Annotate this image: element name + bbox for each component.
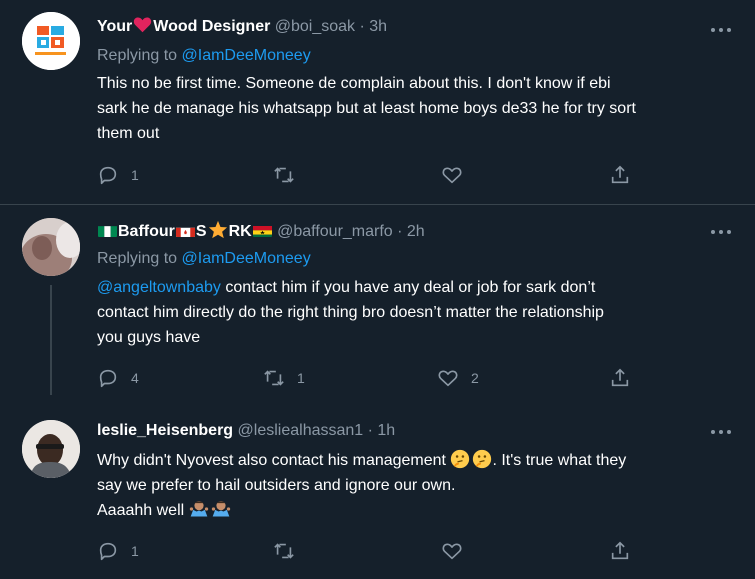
more-icon[interactable] bbox=[711, 27, 731, 33]
share-button[interactable] bbox=[609, 163, 631, 187]
reply-count: 1 bbox=[131, 543, 139, 559]
avatar[interactable] bbox=[22, 420, 80, 478]
share-icon bbox=[611, 368, 629, 387]
reply-count: 4 bbox=[131, 370, 139, 386]
tweet-text: Why didn't Nyovest also contact his mana… bbox=[97, 448, 722, 523]
shrug-emoji bbox=[211, 501, 230, 517]
like-icon bbox=[442, 167, 462, 184]
retweet-button[interactable] bbox=[273, 539, 307, 563]
avatar[interactable] bbox=[22, 12, 80, 70]
avatar[interactable] bbox=[22, 218, 80, 276]
thinking-emoji bbox=[473, 449, 492, 469]
mention-link[interactable]: @angeltownbaby bbox=[97, 279, 221, 296]
share-icon bbox=[611, 165, 629, 184]
replying-to-link[interactable]: @IamDeeMoneey bbox=[182, 250, 311, 267]
author-handle[interactable]: @baffour_marfo · 2h bbox=[277, 223, 425, 240]
ghana-flag bbox=[252, 224, 272, 237]
replying-to: Replying to @IamDeeMoneey bbox=[97, 47, 311, 64]
retweet-icon bbox=[274, 167, 294, 183]
tweet-text: This no be first time. Someone de compla… bbox=[97, 75, 636, 142]
like-button[interactable]: 2 bbox=[437, 366, 479, 390]
retweet-icon bbox=[264, 370, 284, 386]
author-handle[interactable]: @boi_soak · 3h bbox=[275, 18, 387, 35]
thinking-emoji bbox=[451, 449, 470, 469]
star-emoji bbox=[208, 220, 227, 239]
like-count: 2 bbox=[471, 370, 479, 386]
tweet-header: Your Wood Designer @boi_soak · 3h bbox=[97, 16, 387, 38]
tweet-actions: 1 bbox=[97, 163, 657, 187]
retweet-button[interactable]: 1 bbox=[263, 366, 305, 390]
author-handle[interactable]: @lesliealhassan1 · 1h bbox=[238, 422, 396, 439]
more-icon[interactable] bbox=[711, 429, 731, 435]
retweet-icon bbox=[274, 543, 294, 559]
share-button[interactable] bbox=[609, 539, 631, 563]
replying-to: Replying to @IamDeeMoneey bbox=[97, 250, 311, 267]
tweet-header: Baffour S RK @baffour_marfo · 2h bbox=[97, 220, 425, 243]
heart-emoji bbox=[134, 17, 152, 33]
tweet-2[interactable]: Baffour S RK @baffour_marfo · 2h Replying … bbox=[0, 205, 755, 403]
author-name[interactable]: Baffour S RK bbox=[97, 220, 277, 240]
like-button[interactable] bbox=[441, 539, 475, 563]
reply-icon bbox=[99, 369, 117, 388]
thread-line bbox=[50, 285, 52, 395]
like-button[interactable] bbox=[441, 163, 475, 187]
replying-to-link[interactable]: @IamDeeMoneey bbox=[182, 47, 311, 64]
tweet-header: leslie_Heisenberg @lesliealhassan1 · 1h bbox=[97, 420, 395, 442]
like-icon bbox=[438, 370, 458, 387]
reply-icon bbox=[99, 542, 117, 561]
tweet-actions: 1 bbox=[97, 539, 657, 563]
canada-flag bbox=[175, 224, 195, 237]
nigeria-flag bbox=[98, 224, 117, 237]
reply-count: 1 bbox=[131, 167, 139, 183]
retweet-count: 1 bbox=[297, 370, 305, 386]
tweet-1[interactable]: Your Wood Designer @boi_soak · 3h Replyin… bbox=[0, 0, 755, 204]
reply-button[interactable]: 1 bbox=[97, 163, 139, 187]
retweet-button[interactable] bbox=[273, 163, 307, 187]
reply-icon bbox=[99, 166, 117, 185]
author-name[interactable]: Your Wood Designer bbox=[97, 17, 275, 35]
share-icon bbox=[611, 541, 629, 560]
tweet-text: @angeltownbaby contact him if you have a… bbox=[97, 279, 604, 346]
more-icon[interactable] bbox=[711, 229, 731, 235]
share-button[interactable] bbox=[609, 366, 631, 390]
tweet-actions: 4 1 2 bbox=[97, 366, 657, 390]
reply-button[interactable]: 1 bbox=[97, 539, 139, 563]
tweet-3[interactable]: leslie_Heisenberg @lesliealhassan1 · 1h … bbox=[0, 403, 755, 579]
author-name[interactable]: leslie_Heisenberg bbox=[97, 422, 233, 439]
shrug-emoji bbox=[189, 501, 208, 517]
like-icon bbox=[442, 543, 462, 560]
reply-button[interactable]: 4 bbox=[97, 366, 139, 390]
